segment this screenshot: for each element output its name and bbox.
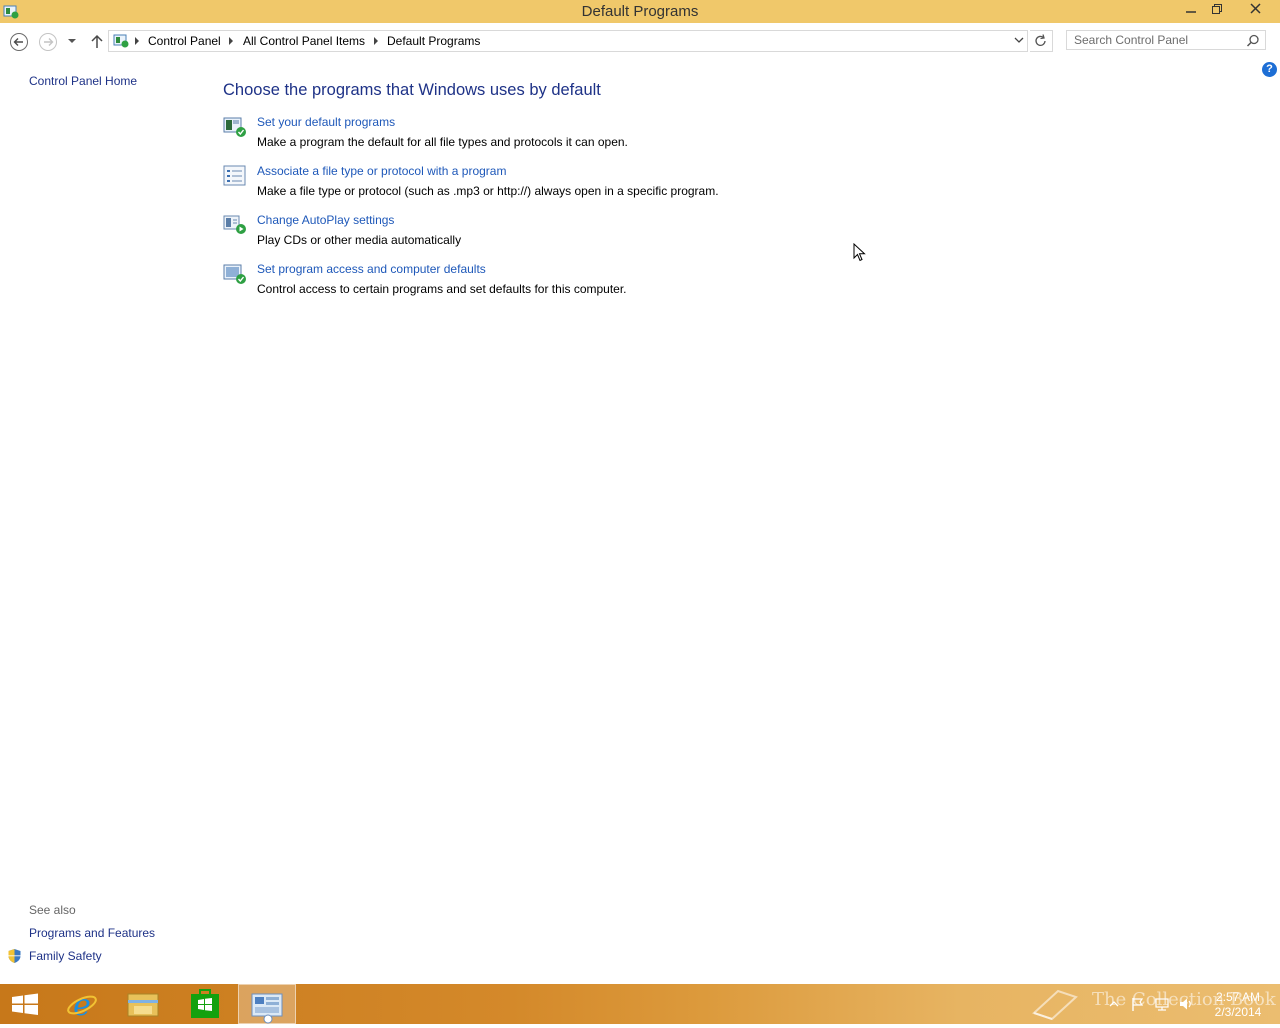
task-description: Make a program the default for all file … — [257, 135, 628, 149]
task-set-default-programs: Set your default programs Make a program… — [223, 115, 823, 156]
minimize-button[interactable] — [1178, 0, 1204, 21]
task-associate-file-type: Associate a file type or protocol with a… — [223, 164, 823, 205]
mouse-cursor-icon — [853, 243, 866, 262]
file-explorer-icon — [127, 993, 159, 1017]
title-bar: Default Programs — [0, 0, 1280, 23]
program-access-icon — [223, 264, 246, 284]
window-title: Default Programs — [581, 3, 699, 20]
recent-locations-chevron-icon[interactable] — [66, 35, 78, 47]
change-autoplay-settings-link[interactable]: Change AutoPlay settings — [257, 213, 394, 227]
file-association-icon — [223, 165, 246, 186]
task-description: Play CDs or other media automatically — [257, 233, 462, 247]
file-explorer-button[interactable] — [114, 984, 172, 1024]
restore-button[interactable] — [1204, 0, 1230, 21]
close-icon — [1249, 3, 1261, 14]
breadcrumb-control-panel[interactable]: Control Panel — [148, 34, 221, 48]
set-program-access-link[interactable]: Set program access and computer defaults — [257, 262, 486, 276]
refresh-button[interactable] — [1030, 30, 1053, 52]
shield-icon — [8, 949, 21, 963]
breadcrumb-separator-icon[interactable] — [374, 37, 378, 45]
control-panel-icon — [251, 993, 283, 1024]
store-button[interactable] — [176, 984, 234, 1024]
breadcrumb-default-programs[interactable]: Default Programs — [387, 34, 480, 48]
address-dropdown-icon[interactable] — [1012, 30, 1026, 50]
start-icon — [12, 993, 38, 1015]
breadcrumb-separator-icon[interactable] — [135, 37, 139, 45]
taskbar: e 2:57 AM 2/3/2014 — [0, 984, 1280, 1024]
family-safety-link[interactable]: Family Safety — [29, 949, 102, 963]
forward-button[interactable] — [38, 32, 58, 52]
restore-icon — [1212, 4, 1222, 14]
associate-file-type-link[interactable]: Associate a file type or protocol with a… — [257, 164, 506, 178]
control-panel-home-link[interactable]: Control Panel Home — [29, 74, 137, 88]
refresh-icon — [1035, 34, 1046, 46]
watermark-text: The Collection Book — [1092, 989, 1276, 1010]
up-arrow-icon[interactable] — [87, 32, 107, 52]
programs-and-features-link[interactable]: Programs and Features — [29, 926, 155, 940]
autoplay-icon — [223, 215, 246, 234]
start-button[interactable] — [0, 984, 58, 1024]
set-default-programs-link[interactable]: Set your default programs — [257, 115, 395, 129]
store-icon — [191, 989, 219, 1018]
see-also-heading: See also — [29, 903, 76, 917]
task-description: Control access to certain programs and s… — [257, 282, 627, 296]
navigation-bar: Control Panel All Control Panel Items De… — [0, 23, 1280, 59]
search-icon[interactable] — [1246, 34, 1260, 48]
help-icon[interactable]: ? — [1262, 62, 1277, 77]
task-description: Make a file type or protocol (such as .m… — [257, 184, 719, 198]
watermark-book-icon — [1032, 989, 1078, 1021]
internet-explorer-button[interactable]: e — [53, 984, 111, 1024]
back-button[interactable] — [9, 32, 29, 52]
control-panel-icon — [113, 34, 129, 48]
page-title: Choose the programs that Windows uses by… — [223, 81, 601, 99]
breadcrumb-all-items[interactable]: All Control Panel Items — [243, 34, 365, 48]
task-program-access: Set program access and computer defaults… — [223, 262, 823, 303]
internet-explorer-icon: e — [67, 988, 97, 1023]
task-change-autoplay: Change AutoPlay settings Play CDs or oth… — [223, 213, 823, 254]
svg-text:e: e — [73, 988, 91, 1023]
search-input[interactable] — [1066, 30, 1266, 50]
control-panel-taskbar-button[interactable] — [238, 984, 296, 1024]
minimize-icon — [1186, 11, 1196, 13]
default-programs-icon — [223, 117, 246, 137]
close-button[interactable] — [1240, 0, 1270, 21]
breadcrumb-separator-icon[interactable] — [229, 37, 233, 45]
address-bar[interactable]: Control Panel All Control Panel Items De… — [108, 30, 1028, 52]
